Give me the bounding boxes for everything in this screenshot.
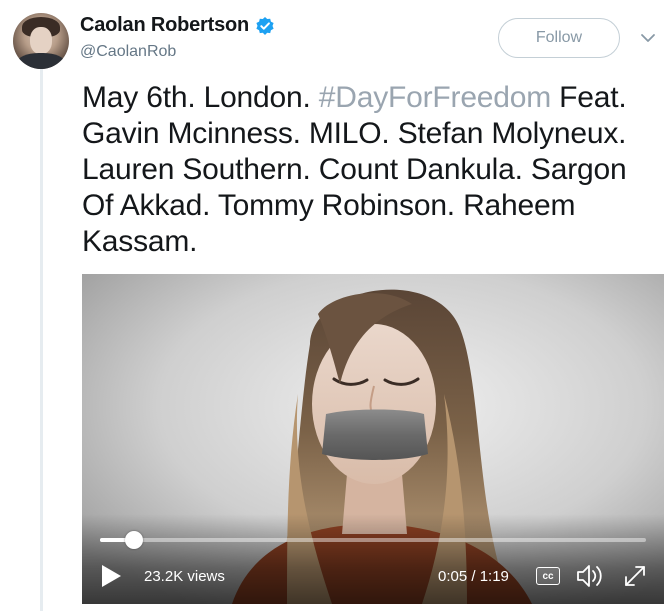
video-time-display: 0:05 / 1:19 [438,568,509,585]
video-player[interactable]: 23.2K views 0:05 / 1:19 cc [82,274,664,604]
avatar-shirt [17,53,65,69]
follow-button[interactable]: Follow [498,18,620,58]
author-name-row[interactable]: Caolan Robertson [80,14,275,37]
closed-captions-icon[interactable]: cc [536,567,560,585]
video-view-count: 23.2K views [144,568,225,585]
video-controls-shade [82,514,664,604]
fullscreen-icon[interactable] [622,563,648,589]
hashtag-link[interactable]: #DayForFreedom [319,81,551,114]
video-progress-bar[interactable] [100,531,646,549]
chevron-down-icon[interactable] [640,31,656,43]
play-icon[interactable] [100,564,122,588]
author-handle[interactable]: @CaolanRob [80,43,176,61]
verified-badge-icon [255,16,275,36]
thread-connector-line [40,62,43,611]
tweet-text-part-1: May 6th. London. [82,81,319,114]
tweet-text: May 6th. London. #DayForFreedom Feat. Ga… [82,80,662,260]
avatar[interactable] [13,13,69,69]
author-display-name[interactable]: Caolan Robertson [80,14,249,37]
avatar-face [30,27,52,54]
volume-icon[interactable] [576,563,606,589]
